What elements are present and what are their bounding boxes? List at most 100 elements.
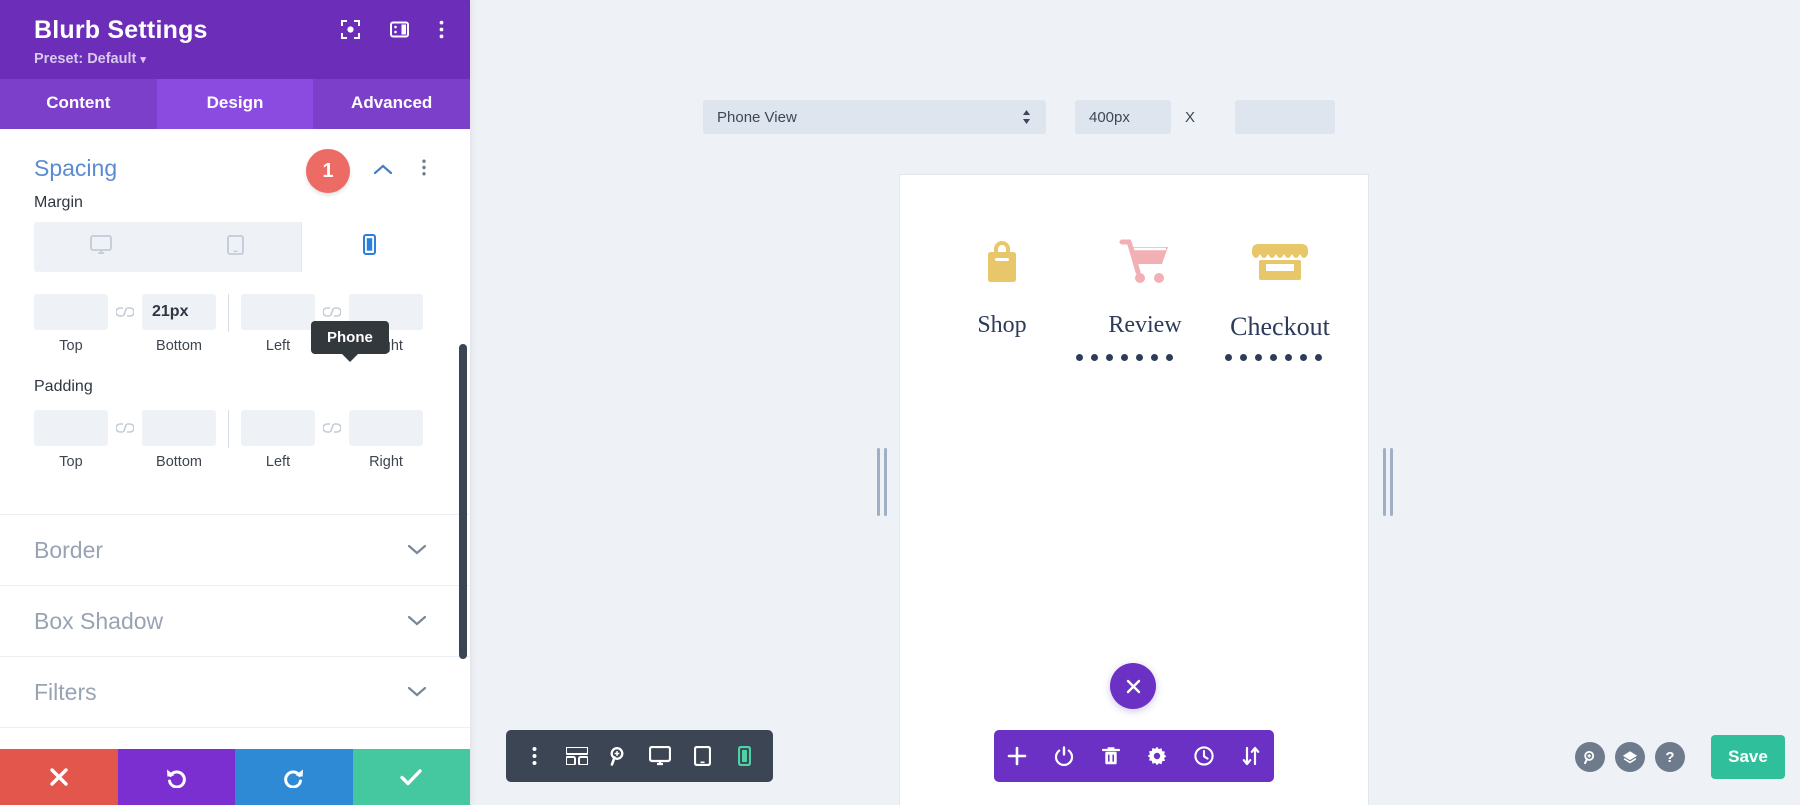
kebab-menu-icon[interactable]: [439, 20, 444, 39]
responsive-toolbar: Phone View 400px X Make Default Phone Vi…: [470, 85, 1800, 145]
device-tab-phone[interactable]: [302, 222, 436, 272]
padding-bottom-field[interactable]: Bottom: [142, 410, 216, 470]
zoom-icon[interactable]: [1575, 742, 1605, 772]
kebab-menu-icon[interactable]: [422, 159, 426, 181]
margin-left-input[interactable]: [241, 294, 315, 330]
confirm-button[interactable]: [352, 749, 470, 805]
padding-top-label: Top: [59, 454, 83, 470]
close-icon: [1126, 679, 1140, 693]
accordion-border[interactable]: Border: [0, 514, 470, 585]
padding-top-input[interactable]: [34, 410, 108, 446]
tab-content[interactable]: Content: [0, 79, 157, 129]
chevron-down-icon[interactable]: [407, 542, 427, 560]
device-tab-desktop[interactable]: [34, 222, 168, 272]
save-button[interactable]: Save: [1711, 735, 1785, 779]
chevron-updown-icon: [1021, 108, 1032, 126]
accordion-box-shadow[interactable]: Box Shadow: [0, 585, 470, 656]
margin-bottom-input[interactable]: 21px: [142, 294, 216, 330]
margin-bottom-field[interactable]: 21px Bottom: [142, 294, 216, 354]
panel-footer-actions: [0, 749, 470, 805]
zoom-icon[interactable]: [603, 746, 635, 766]
viewport-width-value: 400px: [1089, 108, 1130, 126]
view-mode-select[interactable]: Phone View: [703, 100, 1046, 134]
redo-button[interactable]: [235, 749, 353, 805]
panel-scrollbar-thumb[interactable]: [459, 344, 467, 659]
viewport-height-input[interactable]: [1235, 100, 1335, 134]
phone-icon: [362, 234, 376, 260]
power-icon[interactable]: [1049, 746, 1079, 766]
margin-device-toggle: [34, 222, 436, 272]
margin-bottom-label: Bottom: [156, 338, 202, 354]
redo-icon: [283, 769, 303, 788]
padding-top-field[interactable]: Top: [34, 410, 108, 470]
gear-icon[interactable]: [1142, 746, 1172, 766]
desktop-icon[interactable]: [644, 746, 676, 766]
layers-icon[interactable]: [1615, 742, 1645, 772]
field-divider: [228, 410, 229, 448]
status-badge: 1: [306, 149, 350, 193]
padding-right-field[interactable]: Right: [349, 410, 423, 470]
margin-left-field[interactable]: Left: [241, 294, 315, 354]
link-values-icon[interactable]: [108, 410, 142, 446]
padding-left-input[interactable]: [241, 410, 315, 446]
panel-header: Blurb Settings Preset: Default ▾: [0, 0, 470, 79]
margin-top-label: Top: [59, 338, 83, 354]
margin-top-input[interactable]: [34, 294, 108, 330]
blurb-step-checkout[interactable]: Checkout: [1200, 230, 1360, 342]
shopping-bag-icon: [922, 230, 1082, 286]
accordion-label: Box Shadow: [34, 607, 164, 634]
kebab-menu-icon[interactable]: [519, 746, 551, 766]
margin-label: Margin: [34, 194, 83, 211]
add-icon[interactable]: [1002, 746, 1032, 766]
viewport-width-input[interactable]: 400px: [1075, 100, 1171, 134]
accordion-filters[interactable]: Filters: [0, 656, 470, 727]
resize-handle-right[interactable]: [1383, 448, 1393, 516]
spacing-section-header[interactable]: Spacing 1: [0, 129, 470, 193]
accordion-label: Filters: [34, 678, 97, 705]
resize-handle-left[interactable]: [877, 448, 887, 516]
padding-right-input[interactable]: [349, 410, 423, 446]
padding-left-label: Left: [265, 454, 291, 470]
panel-body: Spacing 1 Phone Margin Top 21px Bottom L…: [0, 129, 470, 749]
cancel-button[interactable]: [0, 749, 118, 805]
tablet-icon[interactable]: [686, 746, 718, 766]
preset-selector[interactable]: Preset: Default ▾: [34, 51, 446, 67]
chevron-up-icon[interactable]: [373, 162, 393, 180]
padding-right-label: Right: [369, 454, 403, 470]
focus-frame-icon[interactable]: [341, 20, 360, 39]
help-icon[interactable]: ?: [1655, 742, 1685, 772]
undo-button[interactable]: [117, 749, 235, 805]
tab-advanced[interactable]: Advanced: [313, 79, 470, 129]
sort-icon[interactable]: [1236, 746, 1266, 766]
history-icon[interactable]: [1189, 746, 1219, 766]
margin-left-label: Left: [265, 338, 291, 354]
panel-layout-icon[interactable]: [390, 20, 409, 39]
module-actions-toolbar[interactable]: [994, 730, 1274, 782]
builder-utility-controls: ? Save: [1575, 735, 1785, 779]
desktop-icon: [90, 234, 112, 260]
step-caption: Shop: [977, 312, 1027, 338]
undo-icon: [167, 769, 187, 788]
module-settings-panel: Blurb Settings Preset: Default ▾ Content…: [0, 0, 470, 805]
blurb-step-shop[interactable]: Shop: [922, 230, 1082, 339]
wireframe-icon[interactable]: [561, 747, 593, 765]
link-values-icon[interactable]: [315, 410, 349, 446]
connector-dots: [1076, 354, 1173, 361]
accordion-label: Border: [34, 536, 104, 563]
tab-design[interactable]: Design: [156, 79, 314, 129]
chevron-down-icon[interactable]: [407, 613, 427, 631]
blurb-module[interactable]: Shop Review Checkout: [900, 230, 1368, 390]
device-tab-tablet[interactable]: [168, 222, 302, 272]
phone-preview-frame: Shop Review Checkout: [900, 175, 1368, 805]
page-settings-toolbar[interactable]: [506, 730, 773, 782]
chevron-down-icon[interactable]: [407, 684, 427, 702]
padding-left-field[interactable]: Left: [241, 410, 315, 470]
link-values-icon[interactable]: [108, 294, 142, 330]
close-module-button[interactable]: [1110, 663, 1156, 709]
padding-fields: Top Bottom Left Right: [34, 410, 436, 470]
preset-label: Preset: Default: [34, 51, 137, 67]
phone-icon[interactable]: [728, 746, 760, 766]
trash-icon[interactable]: [1096, 746, 1126, 766]
margin-top-field[interactable]: Top: [34, 294, 108, 354]
padding-bottom-input[interactable]: [142, 410, 216, 446]
